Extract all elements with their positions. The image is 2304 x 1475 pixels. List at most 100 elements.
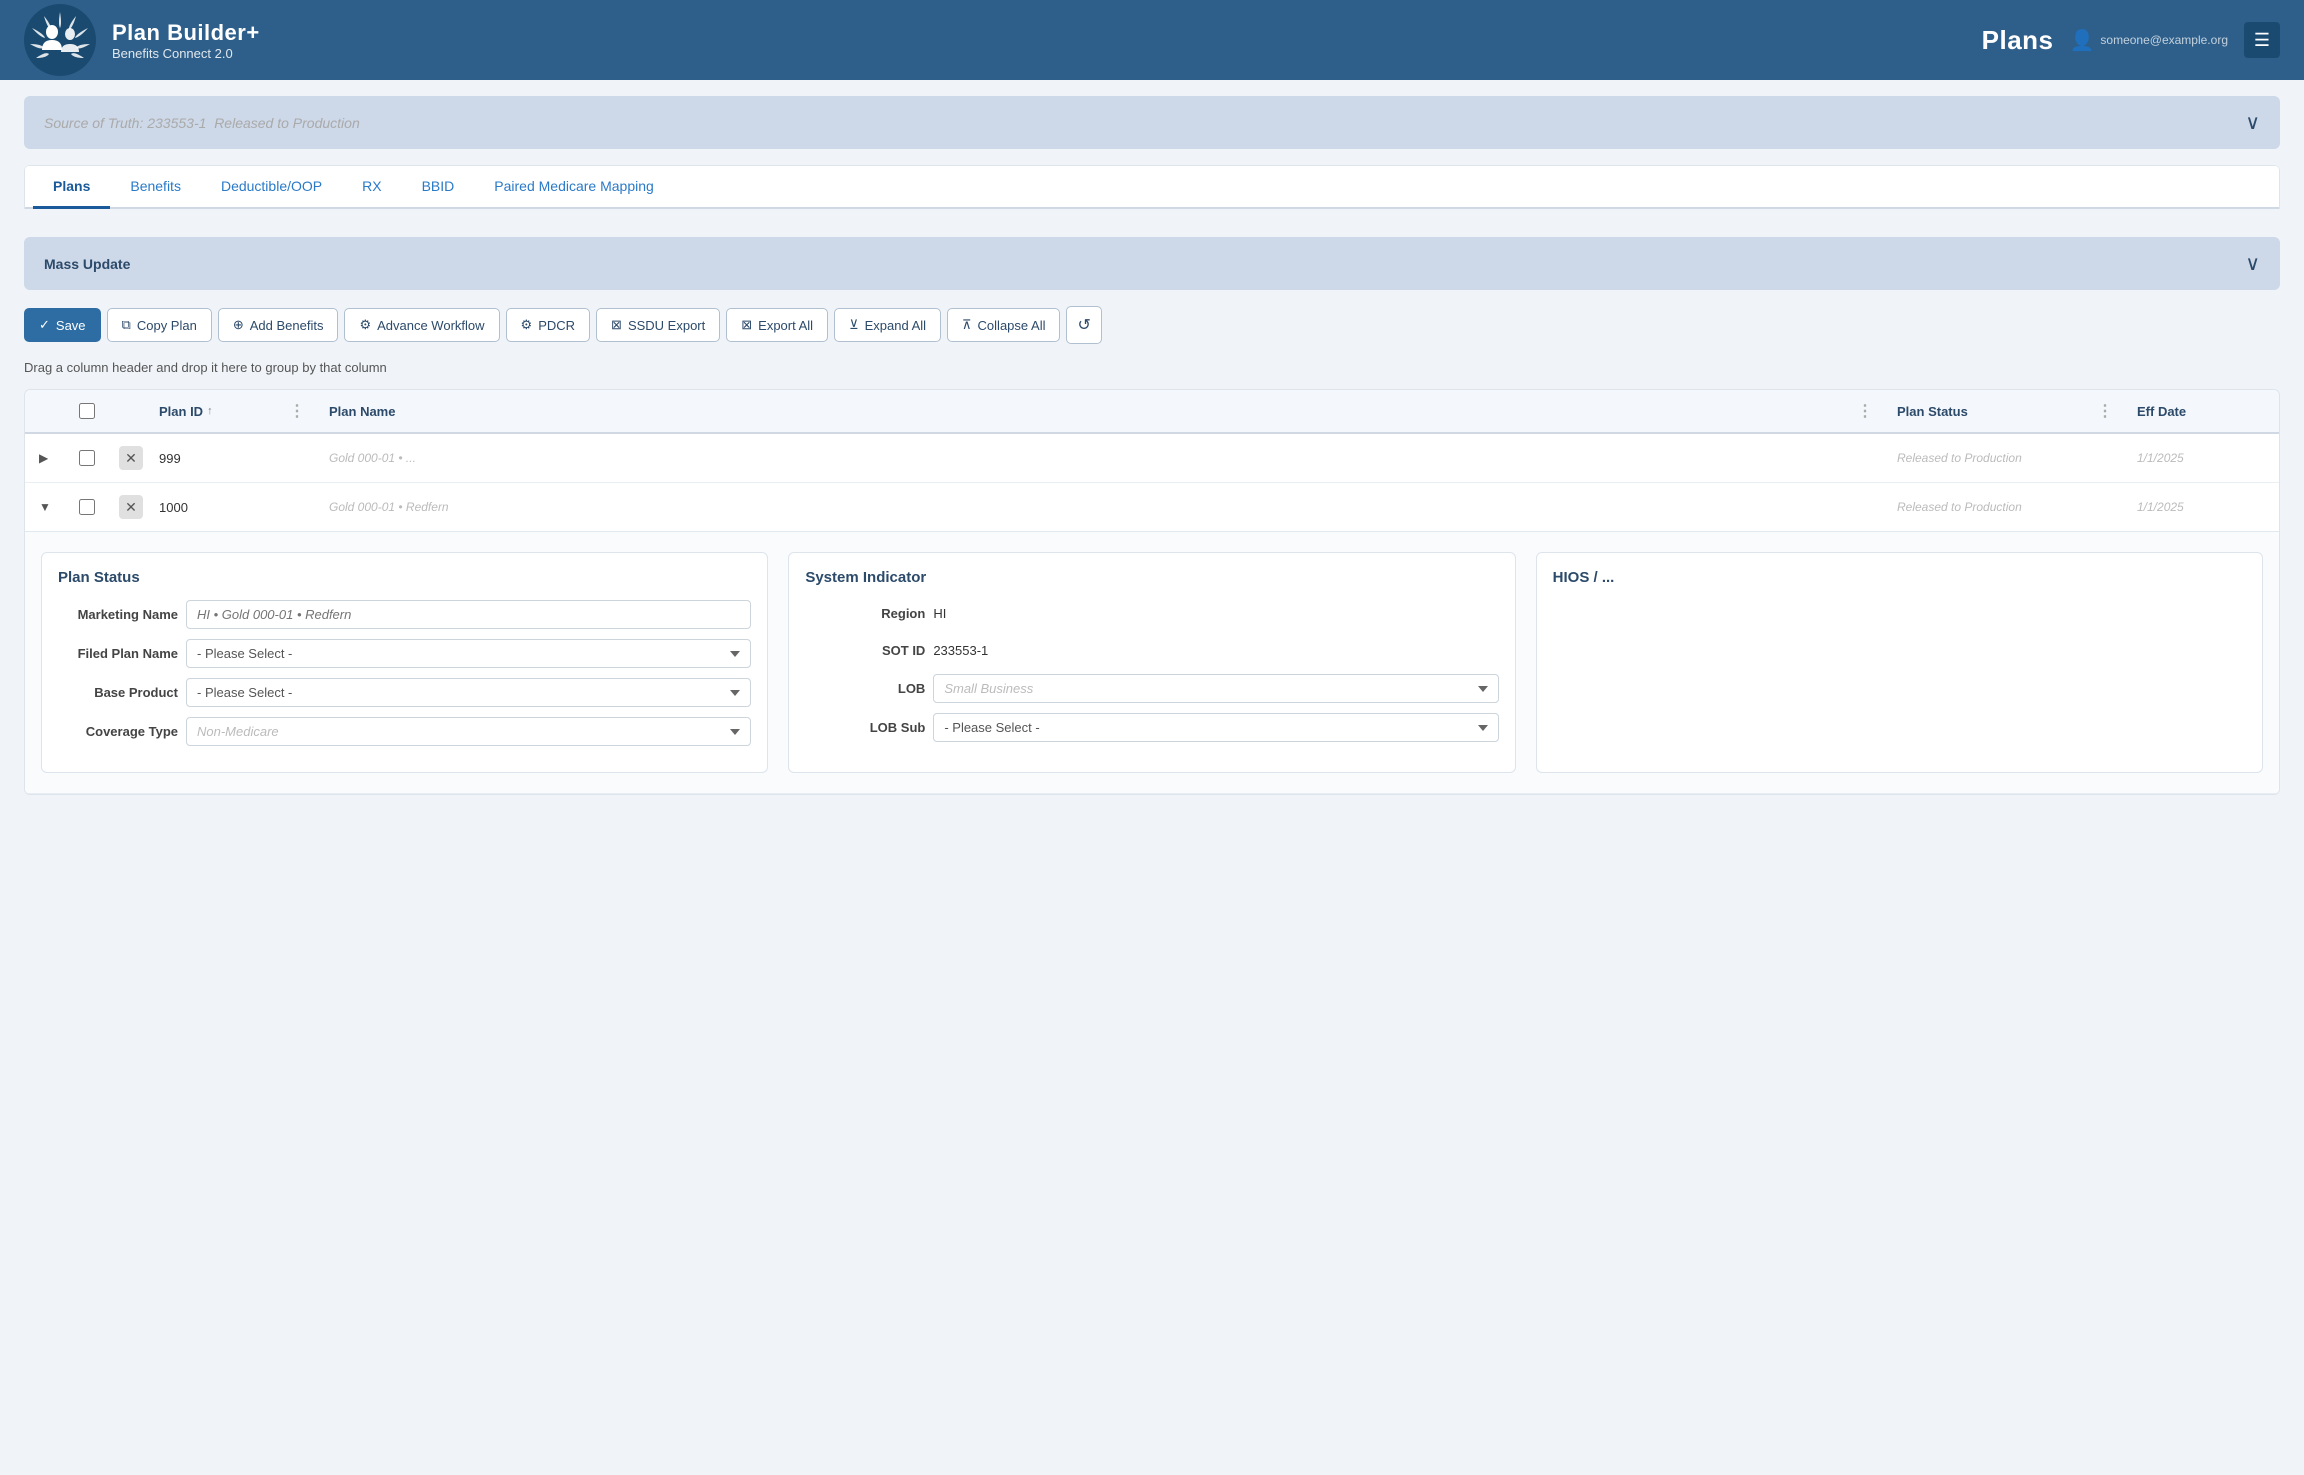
plan-id-column-menu-icon[interactable]: ⋮ xyxy=(289,401,305,421)
source-of-truth-bar[interactable]: Source of Truth: 233553-1 Released to Pr… xyxy=(24,96,2280,149)
plan-status-cell: Released to Production xyxy=(1891,443,2091,473)
ssdu-icon: ⊠ xyxy=(611,317,622,333)
plan-name-cell: Gold 000-01 • ... xyxy=(323,443,1851,473)
coverage-type-field-row: Coverage Type Non-Medicare xyxy=(58,717,751,746)
copy-plan-button[interactable]: ⧉ Copy Plan xyxy=(107,308,212,342)
export-all-icon: ⊠ xyxy=(741,317,752,333)
save-check-icon: ✓ xyxy=(39,317,50,333)
sot-id-value: 233553-1 xyxy=(933,637,1498,664)
copy-icon: ⧉ xyxy=(122,317,131,333)
ssdu-export-button[interactable]: ⊠ SSDU Export xyxy=(596,308,720,342)
menu-button[interactable]: ☰ xyxy=(2244,22,2280,58)
collapse-row-button[interactable]: ▼ xyxy=(39,500,51,514)
row-expand-cell: ▼ xyxy=(33,492,73,522)
tab-rx[interactable]: RX xyxy=(342,166,401,209)
plan-id-menu-cell xyxy=(283,499,323,515)
coverage-type-label: Coverage Type xyxy=(58,724,178,739)
plan-status-menu-cell xyxy=(2091,499,2131,515)
tab-list: Plans Benefits Deductible/OOP RX BBID Pa… xyxy=(25,166,2279,209)
lob-sub-label: LOB Sub xyxy=(805,720,925,735)
pdcr-button[interactable]: ⚙ PDCR xyxy=(506,308,591,342)
row-checkbox-cell xyxy=(73,491,113,523)
th-expand xyxy=(33,401,73,421)
tabs-container: Plans Benefits Deductible/OOP RX BBID Pa… xyxy=(24,165,2280,209)
lob-sub-select[interactable]: - Please Select - xyxy=(933,713,1498,742)
marketing-name-input[interactable] xyxy=(186,600,751,629)
user-info: 👤 someone@example.org xyxy=(2070,28,2229,53)
advance-workflow-icon: ⚙ xyxy=(359,317,371,333)
collapse-all-icon: ⊼ xyxy=(962,317,972,333)
lob-select[interactable]: Small Business xyxy=(933,674,1498,703)
region-field-row: Region HI xyxy=(805,600,1498,627)
expanded-detail-row: Plan Status Marketing Name Filed Plan Na… xyxy=(25,531,2279,793)
refresh-icon: ↺ xyxy=(1077,315,1090,335)
pdcr-icon: ⚙ xyxy=(521,317,533,333)
region-value: HI xyxy=(933,600,1498,627)
plan-status-cell: Released to Production xyxy=(1891,492,2091,522)
base-product-field-row: Base Product - Please Select - xyxy=(58,678,751,707)
menu-icon: ☰ xyxy=(2254,30,2270,51)
expand-all-icon: ⊻ xyxy=(849,317,859,333)
eff-date-cell: 1/1/2025 xyxy=(2131,443,2271,473)
tab-bbid[interactable]: BBID xyxy=(402,166,475,209)
row-checkbox[interactable] xyxy=(79,499,95,515)
row-delete-button[interactable]: ✕ xyxy=(119,495,143,519)
base-product-label: Base Product xyxy=(58,685,178,700)
drag-hint: Drag a column header and drop it here to… xyxy=(24,356,2280,379)
mass-update-label: Mass Update xyxy=(44,256,130,272)
tab-paired-medicare[interactable]: Paired Medicare Mapping xyxy=(474,166,674,209)
collapse-all-button[interactable]: ⊼ Collapse All xyxy=(947,308,1060,342)
row-checkbox[interactable] xyxy=(79,450,95,466)
marketing-name-label: Marketing Name xyxy=(58,607,178,622)
export-all-button[interactable]: ⊠ Export All xyxy=(726,308,828,342)
coverage-type-select[interactable]: Non-Medicare xyxy=(186,717,751,746)
user-icon: 👤 xyxy=(2070,28,2095,53)
header-right: Plans 👤 someone@example.org ☰ xyxy=(1982,22,2280,58)
source-bar-text: Source of Truth: 233553-1 Released to Pr… xyxy=(44,115,360,131)
app-subtitle: Benefits Connect 2.0 xyxy=(112,46,1982,61)
save-button[interactable]: ✓ Save xyxy=(24,308,101,342)
system-indicator-card: System Indicator Region HI SOT ID 233553… xyxy=(788,552,1515,773)
sort-icon[interactable]: ↑ xyxy=(207,405,213,417)
th-delete xyxy=(113,401,153,421)
plan-name-menu-cell xyxy=(1851,450,1891,466)
filed-plan-name-select[interactable]: - Please Select - xyxy=(186,639,751,668)
table-row: ▼ ✕ 1000 Gold 000-01 • Redfern Released … xyxy=(25,483,2279,794)
system-indicator-card-title: System Indicator xyxy=(805,569,1498,586)
plan-status-card: Plan Status Marketing Name Filed Plan Na… xyxy=(41,552,768,773)
plan-row-999: ▶ ✕ 999 Gold 000-01 • ... Released to Pr… xyxy=(25,434,2279,482)
th-plan-name-menu: ⋮ xyxy=(1851,391,1891,431)
app-logo xyxy=(24,4,96,76)
table-row: ▶ ✕ 999 Gold 000-01 • ... Released to Pr… xyxy=(25,434,2279,483)
filed-plan-name-label: Filed Plan Name xyxy=(58,646,178,661)
mass-update-bar[interactable]: Mass Update ∨ xyxy=(24,237,2280,290)
tab-deductible-oop[interactable]: Deductible/OOP xyxy=(201,166,342,209)
marketing-name-field-row: Marketing Name xyxy=(58,600,751,629)
tab-benefits[interactable]: Benefits xyxy=(110,166,201,209)
plan-name-menu-cell xyxy=(1851,499,1891,515)
sot-id-label: SOT ID xyxy=(805,643,925,658)
select-all-checkbox[interactable] xyxy=(79,403,95,419)
plan-row-1000: ▼ ✕ 1000 Gold 000-01 • Redfern Released … xyxy=(25,483,2279,531)
plan-id-menu-cell xyxy=(283,450,323,466)
main-content: Source of Truth: 233553-1 Released to Pr… xyxy=(0,80,2304,811)
plan-name-column-menu-icon[interactable]: ⋮ xyxy=(1857,401,1873,421)
add-benefits-button[interactable]: ⊕ Add Benefits xyxy=(218,308,339,342)
row-delete-button[interactable]: ✕ xyxy=(119,446,143,470)
base-product-select[interactable]: - Please Select - xyxy=(186,678,751,707)
th-checkbox xyxy=(73,393,113,429)
plan-id-cell: 1000 xyxy=(153,492,283,523)
expand-all-button[interactable]: ⊻ Expand All xyxy=(834,308,941,342)
user-email: someone@example.org xyxy=(2100,33,2228,47)
plan-status-card-title: Plan Status xyxy=(58,569,751,586)
filed-plan-name-field-row: Filed Plan Name - Please Select - xyxy=(58,639,751,668)
tab-plans[interactable]: Plans xyxy=(33,166,110,209)
plan-status-column-menu-icon[interactable]: ⋮ xyxy=(2097,401,2113,421)
eff-date-cell: 1/1/2025 xyxy=(2131,492,2271,522)
advance-workflow-button[interactable]: ⚙ Advance Workflow xyxy=(344,308,499,342)
lob-label: LOB xyxy=(805,681,925,696)
toolbar: ✓ Save ⧉ Copy Plan ⊕ Add Benefits ⚙ Adva… xyxy=(24,306,2280,344)
expand-row-button[interactable]: ▶ xyxy=(39,451,48,465)
refresh-button[interactable]: ↺ xyxy=(1066,306,1101,344)
th-eff-date: Eff Date xyxy=(2131,394,2271,429)
